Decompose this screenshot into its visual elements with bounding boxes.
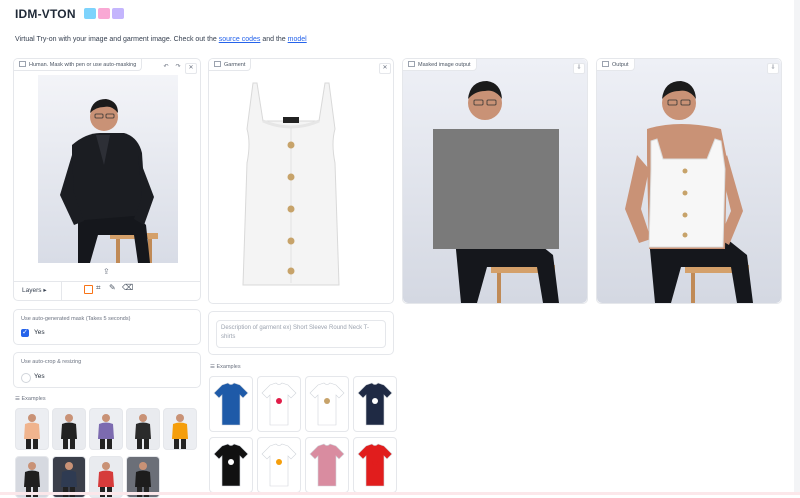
auto-crop-option: Yes xyxy=(34,373,45,380)
output-panel: Output ⇩ xyxy=(596,58,782,304)
image-tool-icon[interactable] xyxy=(84,285,93,294)
brush-icon[interactable]: ✎ xyxy=(109,283,116,292)
auto-crop-group: Use auto-crop & resizing Yes xyxy=(13,352,201,388)
page-scrollbar[interactable] xyxy=(794,0,800,495)
model-link[interactable]: model xyxy=(288,36,307,43)
masked-output-panel: Masked image output ⇩ xyxy=(402,58,588,304)
description-prefix: Virtual Try-on with your image and garme… xyxy=(15,36,219,43)
garment-description-input[interactable]: Description of garment ex) Short Sleeve … xyxy=(216,320,386,348)
eraser-icon[interactable]: ⌫ xyxy=(122,283,133,292)
garment-example-4[interactable] xyxy=(353,376,397,432)
garment-example-1[interactable] xyxy=(209,376,253,432)
garment-panel-label: Garment xyxy=(209,59,252,71)
app-title-text: IDM-VTON xyxy=(15,7,76,21)
masked-panel-label-text: Masked image output xyxy=(418,62,471,68)
output-panel-label: Output xyxy=(597,59,635,71)
human-example-2[interactable] xyxy=(52,408,86,450)
app-title: IDM-VTON xyxy=(15,7,125,21)
auto-mask-group: Use auto-generated mask (Takes 5 seconds… xyxy=(13,309,201,345)
shirt-icon xyxy=(84,8,97,19)
human-examples-label: ☰ Examples xyxy=(15,396,46,402)
undo-icon[interactable]: ↶ xyxy=(161,63,171,72)
garment-example-3[interactable] xyxy=(305,376,349,432)
garment-example-7[interactable] xyxy=(305,437,349,493)
caret-right-icon: ▸ xyxy=(43,287,47,294)
description-middle: and the xyxy=(260,36,288,43)
output-panel-label-text: Output xyxy=(612,62,629,68)
auto-mask-label: Use auto-generated mask (Takes 5 seconds… xyxy=(21,316,131,322)
garment-example-8[interactable] xyxy=(353,437,397,493)
garment-example-6[interactable] xyxy=(257,437,301,493)
human-example-4[interactable] xyxy=(126,408,160,450)
upload-icon[interactable]: ⇪ xyxy=(103,267,110,276)
output-image xyxy=(597,59,781,303)
human-examples-label-text: Examples xyxy=(21,396,46,402)
masked-panel-label: Masked image output xyxy=(403,59,477,71)
close-icon[interactable]: ✕ xyxy=(185,63,197,74)
close-icon[interactable]: ✕ xyxy=(379,63,391,74)
garment-examples-label-text: Examples xyxy=(216,364,241,370)
app-description: Virtual Try-on with your image and garme… xyxy=(15,36,307,43)
list-icon: ☰ xyxy=(210,364,215,370)
human-panel-label: Human. Mask with pen or use auto-masking xyxy=(14,59,143,71)
garment-example-5[interactable] xyxy=(209,437,253,493)
auto-crop-label: Use auto-crop & resizing xyxy=(21,359,82,365)
source-codes-link[interactable]: source codes xyxy=(219,36,261,43)
human-panel-label-text: Human. Mask with pen or use auto-masking xyxy=(29,62,137,68)
shirt-icon xyxy=(112,8,125,19)
garment-image-panel[interactable]: Garment ✕ xyxy=(208,58,394,304)
layers-button-label: Layers xyxy=(22,287,42,294)
auto-mask-option: Yes xyxy=(34,329,45,336)
auto-mask-checkbox[interactable]: ✓ xyxy=(21,329,29,337)
layers-button[interactable]: Layers ▸ xyxy=(22,286,47,294)
garment-example-2[interactable] xyxy=(257,376,301,432)
crop-icon[interactable]: ⌗ xyxy=(96,283,101,293)
garment-panel-label-text: Garment xyxy=(224,62,246,68)
download-icon[interactable]: ⇩ xyxy=(767,63,779,74)
shirt-icon xyxy=(98,8,111,19)
garment-description-group: Description of garment ex) Short Sleeve … xyxy=(208,311,394,355)
garment-description-text: Description of garment ex) Short Sleeve … xyxy=(221,325,369,340)
garment-examples-label: ☰ Examples xyxy=(210,364,241,370)
human-example-3[interactable] xyxy=(89,408,123,450)
masked-output-image xyxy=(403,59,587,303)
human-example-1[interactable] xyxy=(15,408,49,450)
human-example-5[interactable] xyxy=(163,408,197,450)
human-image-editor[interactable]: Human. Mask with pen or use auto-masking… xyxy=(13,58,201,301)
garment-image[interactable] xyxy=(231,73,351,295)
redo-icon[interactable]: ↷ xyxy=(173,63,183,72)
download-icon[interactable]: ⇩ xyxy=(573,63,585,74)
auto-crop-checkbox[interactable] xyxy=(21,373,31,383)
human-image[interactable] xyxy=(38,75,178,263)
list-icon: ☰ xyxy=(15,396,20,402)
